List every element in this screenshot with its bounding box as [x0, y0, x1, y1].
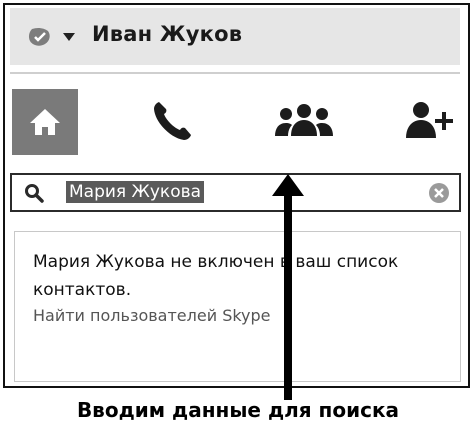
search-field[interactable]: Мария Жукова: [10, 173, 461, 212]
search-icon: [25, 184, 44, 203]
header-divider: [10, 72, 460, 74]
nav-contacts-button[interactable]: [272, 100, 336, 140]
header-bar: Иван Жуков: [10, 8, 460, 65]
figure-caption: Вводим данные для поиска: [76, 398, 400, 422]
phone-icon: [154, 102, 191, 140]
add-contact-icon: [406, 102, 453, 138]
skype-status-icon[interactable]: [28, 27, 52, 47]
chevron-down-icon[interactable]: [62, 32, 76, 42]
home-icon: [30, 109, 60, 135]
nav-add-contact-button[interactable]: [404, 98, 456, 142]
search-input[interactable]: Мария Жукова: [66, 181, 205, 203]
arrow-up-icon: [272, 174, 304, 400]
nav-home-button[interactable]: [12, 89, 78, 155]
not-in-contacts-message: Мария Жукова не включен в ваш список кон…: [33, 252, 399, 300]
clear-icon[interactable]: [428, 182, 450, 204]
user-name[interactable]: Иван Жуков: [92, 22, 242, 46]
find-users-link[interactable]: Найти пользователей Skype: [33, 306, 271, 325]
nav-call-button[interactable]: [150, 98, 196, 144]
contacts-icon: [275, 104, 333, 136]
